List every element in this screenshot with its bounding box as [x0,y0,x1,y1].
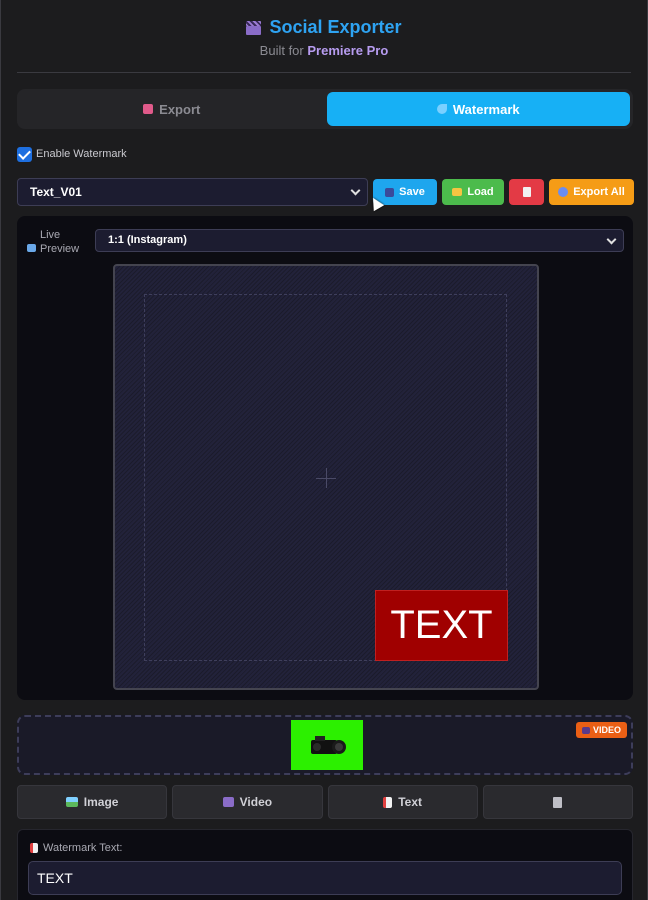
media-drop-zone[interactable]: VIDEO [17,715,633,775]
load-preset-button[interactable]: Load [442,179,504,205]
type-image-button[interactable]: Image [17,785,168,819]
center-crosshair-vertical [326,468,327,488]
aspect-ratio-value: 1:1 (Instagram) [108,234,187,246]
document-icon [30,843,38,853]
video-thumbnail [291,720,363,770]
monitor-icon [27,244,36,252]
video-badge-label: VIDEO [592,725,621,735]
type-video-label: Video [239,795,273,809]
chevron-down-icon [350,185,361,196]
main-tabs: Export Watermark [17,89,633,129]
preset-selected-value: Text_V01 [30,185,82,199]
preset-row: Text_V01 Save Load Export All [17,177,634,207]
clapper-icon [246,20,262,35]
watermark-text-label-text: Watermark Text: [43,842,123,854]
tab-watermark-label: Watermark [452,101,520,117]
subtitle-app: Premiere Pro [307,43,389,58]
tab-watermark[interactable]: Watermark [326,92,630,126]
app-subtitle: Built for Premiere Pro [1,43,647,58]
watermark-type-row: Image Video Text [17,785,633,819]
app-title: Social Exporter [1,17,647,38]
live-preview-panel: Live Preview 1:1 (Instagram) TEXT [17,216,633,700]
globe-icon [558,187,569,197]
save-preset-button[interactable]: Save [373,179,437,205]
trash-icon [553,796,563,808]
type-clear-button[interactable] [482,785,633,819]
preset-select[interactable]: Text_V01 [17,178,368,206]
app-title-text: Social Exporter [269,17,402,37]
live-preview-label: Live Preview [27,228,84,256]
type-image-label: Image [83,795,119,809]
app-header: Social Exporter Built for Premiere Pro [1,0,647,72]
clapper-icon [581,726,590,734]
watermark-preview-text: TEXT [390,603,493,647]
preview-canvas[interactable]: TEXT [113,264,539,690]
droplet-icon [436,104,447,114]
document-icon [383,796,393,808]
type-video-button[interactable]: Video [172,785,323,819]
type-text-button[interactable]: Text [327,785,478,819]
camera-icon [311,736,346,754]
tab-export-label: Export [159,101,201,117]
save-label: Save [399,186,425,198]
watermark-text-value: TEXT [37,870,73,886]
image-icon [65,797,78,807]
enable-watermark-row: Enable Watermark [17,145,127,162]
export-all-label: Export All [573,186,625,198]
delete-preset-button[interactable] [509,179,544,205]
video-badge: VIDEO [575,722,627,738]
clapper-icon [222,797,234,807]
export-all-button[interactable]: Export All [549,179,634,205]
tab-export[interactable]: Export [20,92,324,126]
watermark-text-input[interactable]: TEXT [28,861,622,895]
watermark-text-panel: Watermark Text: TEXT [17,829,633,900]
subtitle-prefix: Built for [259,43,304,58]
header-divider [17,72,631,73]
load-label: Load [467,186,494,198]
trash-icon [522,187,531,197]
live-preview-text: Live Preview [40,229,80,255]
watermark-preview[interactable]: TEXT [375,590,508,661]
chevron-down-icon [606,234,617,245]
floppy-disk-icon [385,187,395,197]
enable-watermark-checkbox[interactable] [17,147,32,162]
type-text-label: Text [398,795,423,809]
folder-icon [452,188,463,196]
watermark-text-label: Watermark Text: [30,842,122,854]
enable-watermark-label: Enable Watermark [36,147,127,160]
aspect-ratio-select[interactable]: 1:1 (Instagram) [95,229,624,252]
package-icon [143,104,154,114]
